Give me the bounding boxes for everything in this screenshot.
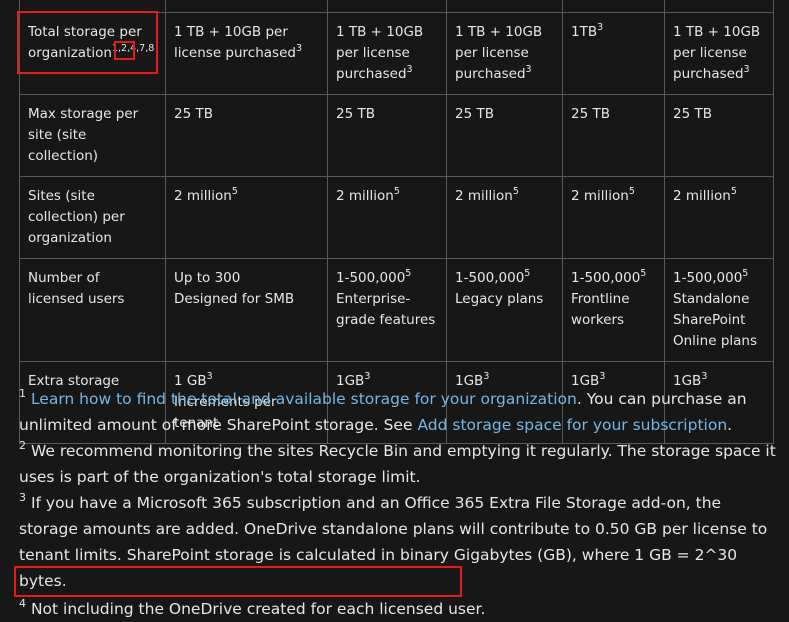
table-cell: 2 million5 xyxy=(327,176,447,259)
table-cell: 1 TB + 10GB per license purchased3 xyxy=(327,12,447,95)
table-row-sites: Sites (site collection) per organization… xyxy=(19,176,774,259)
row-label: Sites (site collection) per organization xyxy=(19,176,166,259)
table-cell: 1 TB + 10GB per license purchased3 xyxy=(446,12,563,95)
row-label: Number of licensed users xyxy=(19,258,166,362)
table-cell: 2 million5 xyxy=(664,176,774,259)
table-cell: 2 million5 xyxy=(446,176,563,259)
footnotes: 1 Learn how to find the total and availa… xyxy=(19,386,781,622)
footnote-3: 3 If you have a Microsoft 365 subscripti… xyxy=(19,490,768,590)
table-cell: 25 TB xyxy=(165,94,328,177)
table-cell: 1-500,0005 Enterprise-grade features xyxy=(327,258,447,362)
table-row-licensed-users: Number of licensed users Up to 300 Design… xyxy=(19,258,774,362)
footnote-1: 1 Learn how to find the total and availa… xyxy=(19,386,747,434)
highlight-box-footnote-refs xyxy=(114,41,135,60)
table-cell: 1-500,0005 Frontline workers xyxy=(562,258,665,362)
highlight-box-total-storage-label xyxy=(17,11,158,74)
table-cell: 2 million5 xyxy=(562,176,665,259)
table-cell: 1TB3 xyxy=(562,12,665,95)
add-storage-link[interactable]: Add storage space for your subscription xyxy=(417,416,727,434)
table-cell: 1 TB + 10GB per license purchased3 xyxy=(165,12,328,95)
table-cell: Up to 300 Designed for SMB xyxy=(165,258,328,362)
table-cell: 1 TB + 10GB per license purchased3 xyxy=(664,12,774,95)
row-label: Max storage per site (site collection) xyxy=(19,94,166,177)
table-cell: 25 TB xyxy=(327,94,447,177)
storage-info-link[interactable]: Learn how to find the total and availabl… xyxy=(31,390,577,408)
table-row-max-storage: Max storage per site (site collection) 2… xyxy=(19,94,774,177)
table-cell: 25 TB xyxy=(664,94,774,177)
table-cell: 25 TB xyxy=(446,94,563,177)
table-cell: 2 million5 xyxy=(165,176,328,259)
table-cell: 1-500,0005 Standalone SharePoint Online p… xyxy=(664,258,774,362)
table-cell: 1-500,0005 Legacy plans xyxy=(446,258,563,362)
footnote-4: 4 Not including the OneDrive created for… xyxy=(19,596,486,618)
footnote-2: 2 We recommend monitoring the sites Recy… xyxy=(19,438,776,486)
table-cell: 25 TB xyxy=(562,94,665,177)
